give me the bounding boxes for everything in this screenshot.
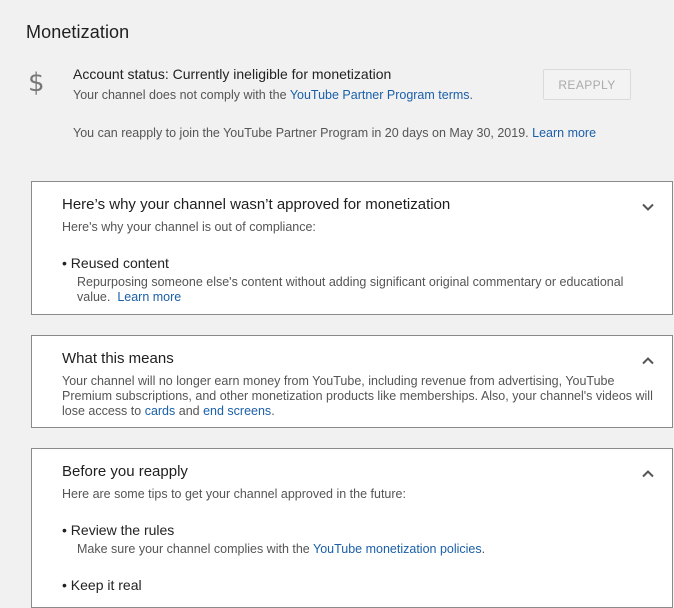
tip-review-rules-end: .: [481, 542, 486, 556]
why-card-subtitle: Here's why your channel is out of compli…: [62, 220, 316, 234]
chevron-down-icon[interactable]: [640, 199, 656, 215]
before-you-reapply-card: Before you reapply Here are some tips to…: [31, 448, 673, 608]
reused-content-desc: Repurposing someone else's content witho…: [77, 275, 657, 305]
reapply-button[interactable]: REAPPLY: [543, 69, 631, 100]
status-detail-text: Your channel does not comply with the: [73, 88, 290, 102]
what-this-means-card: What this means Your channel will no lon…: [31, 335, 673, 428]
means-and: and: [175, 404, 204, 418]
reapply-note-text: You can reapply to join the YouTube Part…: [73, 126, 529, 140]
tip-keep-it-real-title: Keep it real: [70, 577, 142, 593]
reused-content-title: Reused content: [70, 255, 169, 271]
before-card-title[interactable]: Before you reapply: [62, 463, 188, 480]
chevron-up-icon[interactable]: [640, 353, 656, 369]
reapply-learn-more-link[interactable]: Learn more: [532, 126, 596, 140]
reused-content-learn-more-link[interactable]: Learn more: [117, 290, 181, 304]
dollar-icon: $: [28, 68, 45, 98]
reapply-note: You can reapply to join the YouTube Part…: [73, 126, 596, 140]
means-card-text: Your channel will no longer earn money f…: [62, 374, 662, 419]
account-status-detail: Your channel does not comply with the Yo…: [73, 88, 473, 102]
tip-review-rules-desc: Make sure your channel complies with the…: [77, 542, 657, 557]
bullet-dot: •: [62, 522, 67, 538]
why-not-approved-card: Here’s why your channel wasn’t approved …: [31, 181, 673, 315]
tip-review-rules-text: Make sure your channel complies with the: [77, 542, 313, 556]
tip-keep-it-real: • Keep it real: [62, 577, 142, 593]
means-end: .: [271, 404, 275, 418]
cards-link[interactable]: cards: [145, 404, 176, 418]
partner-program-terms-link[interactable]: YouTube Partner Program terms: [290, 88, 470, 102]
status-detail-end: .: [469, 88, 474, 102]
why-card-title[interactable]: Here’s why your channel wasn’t approved …: [62, 196, 450, 213]
tip-review-rules: • Review the rules: [62, 522, 174, 538]
tip-review-rules-title: Review the rules: [70, 522, 175, 538]
end-screens-link[interactable]: end screens: [203, 404, 271, 418]
reused-content-bullet: • Reused content: [62, 255, 169, 271]
chevron-up-icon[interactable]: [640, 466, 656, 482]
monetization-policies-link[interactable]: YouTube monetization policies: [313, 542, 482, 556]
means-card-title[interactable]: What this means: [62, 350, 174, 367]
bullet-dot: •: [62, 577, 67, 593]
before-card-subtitle: Here are some tips to get your channel a…: [62, 487, 406, 501]
bullet-dot: •: [62, 255, 67, 271]
page-title: Monetization: [26, 22, 130, 42]
account-status: Account status: Currently ineligible for…: [73, 66, 392, 82]
